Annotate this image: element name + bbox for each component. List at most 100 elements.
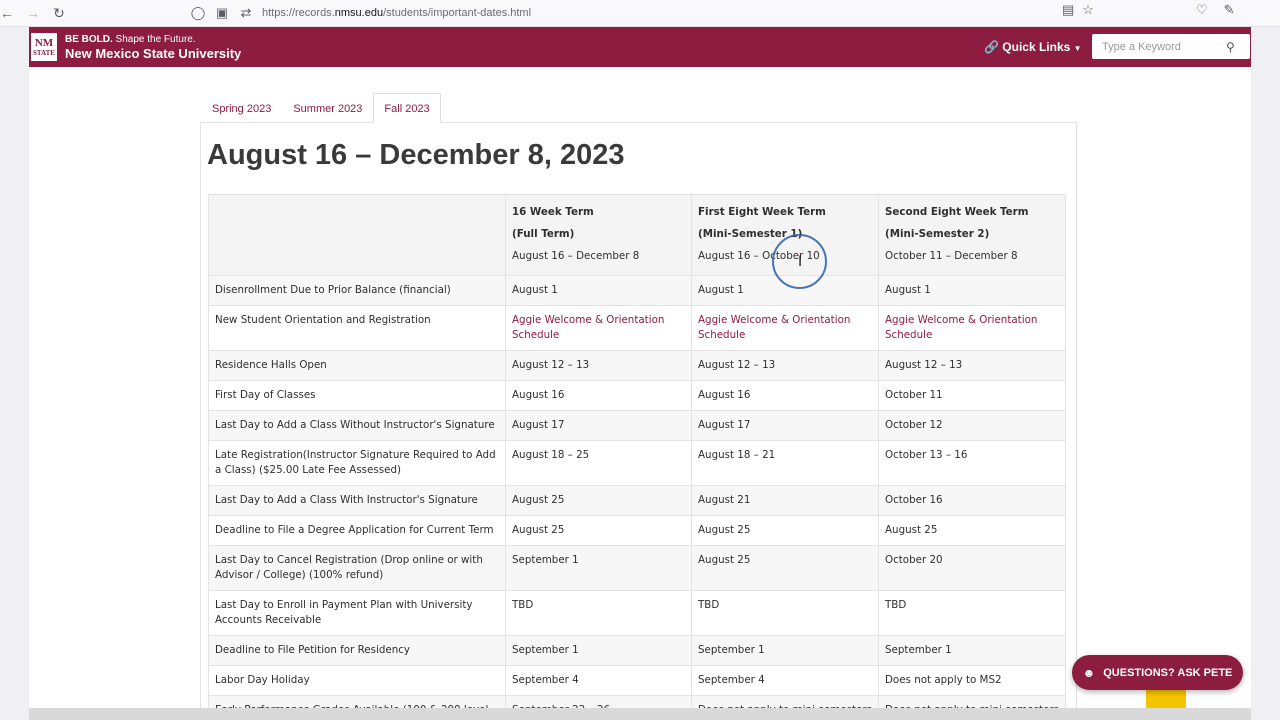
row-label: Last Day to Cancel Registration (Drop on… [208, 545, 506, 591]
table-cell: Does not apply to mini-semesters [878, 695, 1066, 708]
row-label: First Day of Classes [208, 380, 506, 411]
column-header-16-week: 16 Week Term (Full Term) August 16 – Dec… [505, 194, 692, 276]
table-cell: August 12 – 13 [691, 350, 879, 381]
table-cell: August 17 [505, 410, 692, 441]
nmsu-logo[interactable]: NM STATE [30, 32, 58, 62]
row-label: Disenrollment Due to Prior Balance (fina… [208, 275, 506, 306]
table-cell: August 25 [691, 515, 879, 546]
header-empty-cell [208, 194, 506, 276]
tab-spring-2023[interactable]: Spring 2023 [201, 93, 282, 123]
permissions-icon[interactable]: ⇄ [238, 5, 254, 21]
window-margin-right [1251, 27, 1280, 720]
table-cell: August 18 – 25 [505, 440, 692, 486]
table-row: Last Day to Cancel Registration (Drop on… [208, 545, 1066, 591]
chat-avatar-icon: ☻ [1082, 665, 1096, 680]
reader-view-icon[interactable]: ▤ [1062, 2, 1074, 18]
table-cell: September 4 [691, 665, 879, 696]
forward-icon[interactable]: → [20, 1, 46, 25]
back-icon[interactable]: ← [0, 1, 20, 25]
row-label: Last Day to Enroll in Payment Plan with … [208, 590, 506, 636]
table-cell: October 13 – 16 [878, 440, 1066, 486]
aggie-welcome-link[interactable]: Aggie Welcome & Orientation Schedule [512, 314, 664, 341]
table-cell: August 12 – 13 [505, 350, 692, 381]
table-cell: Does not apply to mini-semesters [691, 695, 879, 708]
table-row: Early Performance Grades Available (100 … [208, 695, 1066, 708]
table-cell: August 25 [505, 515, 692, 546]
row-label: Last Day to Add a Class With Instructor'… [208, 485, 506, 516]
row-label: Deadline to File Petition for Residency [208, 635, 506, 666]
row-label: Deadline to File a Degree Application fo… [208, 515, 506, 546]
table-cell: September 1 [691, 635, 879, 666]
window-margin-left [0, 27, 29, 720]
address-bar[interactable]: ◯ ▣ ⇄ https://records.nmsu.edu/students/… [190, 2, 1110, 24]
row-label: New Student Orientation and Registration [208, 305, 506, 351]
tagline: BE BOLD. Shape the Future. [65, 33, 196, 45]
row-label: Residence Halls Open [208, 350, 506, 381]
link-icon: 🔗 [984, 40, 999, 54]
aggie-welcome-link[interactable]: Aggie Welcome & Orientation Schedule [698, 314, 850, 341]
table-cell: October 16 [878, 485, 1066, 516]
table-cell: September 22 – 26 [505, 695, 692, 708]
table-row: Labor Day Holiday September 4 September … [208, 665, 1066, 696]
row-label: Early Performance Grades Available (100 … [208, 695, 506, 708]
quick-links-label: Quick Links [1002, 40, 1071, 54]
table-row: Last Day to Enroll in Payment Plan with … [208, 590, 1066, 636]
university-name: New Mexico State University [65, 45, 242, 61]
table-cell: August 25 [878, 515, 1066, 546]
page-title: August 16 – December 8, 2023 [207, 139, 625, 171]
bookmark-star-icon[interactable]: ☆ [1082, 2, 1094, 18]
pocket-icon[interactable]: ♡ [1196, 2, 1208, 18]
table-row: First Day of Classes August 16 August 16… [208, 380, 1066, 411]
table-row: Last Day to Add a Class Without Instruct… [208, 410, 1066, 441]
table-cell: TBD [878, 590, 1066, 636]
table-row: Last Day to Add a Class With Instructor'… [208, 485, 1066, 516]
site-header: NM STATE BE BOLD. Shape the Future. New … [29, 27, 1251, 67]
quick-links-dropdown[interactable]: 🔗 Quick Links ▼ [984, 40, 1082, 54]
table-row: Late Registration(Instructor Signature R… [208, 440, 1066, 486]
horizontal-scrollbar[interactable] [29, 708, 1251, 720]
table-cell: October 11 [878, 380, 1066, 411]
table-cell: October 12 [878, 410, 1066, 441]
tab-fall-2023[interactable]: Fall 2023 [373, 93, 441, 123]
tab-summer-2023[interactable]: Summer 2023 [282, 93, 373, 123]
semester-tabs: Spring 2023 Summer 2023 Fall 2023 [201, 93, 441, 123]
table-row: Deadline to File a Degree Application fo… [208, 515, 1066, 546]
url-text[interactable]: https://records.nmsu.edu/students/import… [262, 7, 531, 19]
table-cell: TBD [505, 590, 692, 636]
table-cell: August 25 [691, 545, 879, 591]
feedback-tab[interactable] [1146, 690, 1186, 708]
table-cell: August 18 – 21 [691, 440, 879, 486]
table-cell: TBD [691, 590, 879, 636]
search-icon[interactable]: ⚲ [1226, 40, 1235, 54]
table-cell: October 20 [878, 545, 1066, 591]
table-cell: August 21 [691, 485, 879, 516]
search-input[interactable] [1092, 40, 1222, 53]
caret-down-icon: ▼ [1073, 44, 1082, 53]
table-cell: September 1 [505, 635, 692, 666]
chat-button-label: QUESTIONS? ASK PETE [1103, 666, 1233, 679]
lock-icon[interactable]: ▣ [214, 5, 230, 21]
row-label: Labor Day Holiday [208, 665, 506, 696]
row-label: Last Day to Add a Class Without Instruct… [208, 410, 506, 441]
table-header-row: 16 Week Term (Full Term) August 16 – Dec… [208, 194, 1066, 276]
table-row: Residence Halls Open August 12 – 13 Augu… [208, 350, 1066, 381]
table-cell: August 16 [691, 380, 879, 411]
reload-icon[interactable]: ↻ [46, 1, 72, 25]
table-cell: Aggie Welcome & Orientation Schedule [691, 305, 879, 351]
aggie-welcome-link[interactable]: Aggie Welcome & Orientation Schedule [885, 314, 1037, 341]
table-row: Disenrollment Due to Prior Balance (fina… [208, 275, 1066, 306]
table-cell: August 16 [505, 380, 692, 411]
table-cell: August 17 [691, 410, 879, 441]
table-cell: August 1 [505, 275, 692, 306]
table-cell: September 1 [878, 635, 1066, 666]
website: NM STATE BE BOLD. Shape the Future. New … [29, 27, 1251, 708]
ask-pete-chat-button[interactable]: ☻ QUESTIONS? ASK PETE [1072, 655, 1243, 690]
extension-icon[interactable]: ✎ [1224, 2, 1235, 18]
table-cell: Aggie Welcome & Orientation Schedule [878, 305, 1066, 351]
table-cell: August 25 [505, 485, 692, 516]
brand-text[interactable]: BE BOLD. Shape the Future. New Mexico St… [65, 34, 241, 61]
column-header-second-eight-week: Second Eight Week Term (Mini-Semester 2)… [878, 194, 1066, 276]
row-label: Late Registration(Instructor Signature R… [208, 440, 506, 486]
shield-icon[interactable]: ◯ [190, 5, 206, 21]
table-cell: August 1 [878, 275, 1066, 306]
